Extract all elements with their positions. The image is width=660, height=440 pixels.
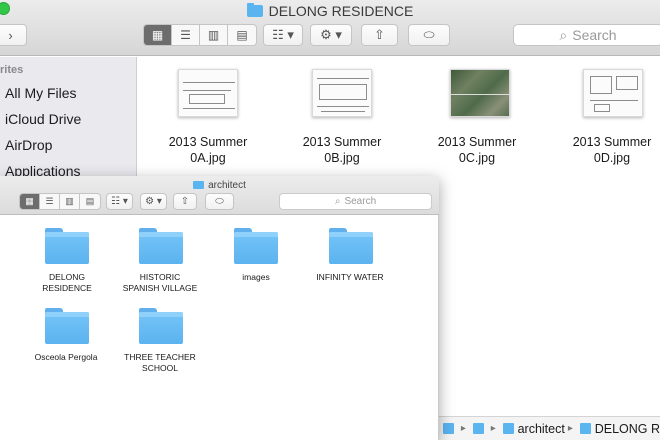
cover-flow-button[interactable]: ▤ [228,25,256,45]
columns-icon: ▥ [207,28,220,42]
view-mode-selector: ▦ ☰ ▥ ▤ [19,193,101,210]
share-icon: ⇧ [374,27,385,42]
folder-label-images[interactable]: images [206,272,306,283]
folder-label-historic-spanish-village[interactable]: HISTORIC SPANISH VILLAGE [110,272,210,294]
search-icon: ⌕ [334,196,341,207]
list-view-button[interactable]: ☰ [172,25,200,45]
file-thumbnail-0a[interactable] [178,69,238,117]
search-icon: ⌕ [559,26,568,43]
list-icon: ☰ [180,28,191,42]
sidebar-heading-favorites: rites [0,64,24,76]
arrange-button[interactable]: ☷ ▾ [263,24,303,46]
list-view-button[interactable]: ☰ [40,194,60,209]
path-separator: ▸ [490,423,496,434]
arrange-icon: ☷ ▾ [272,27,294,42]
front-window-toolbar: architect ▦ ☰ ▥ ▤ ☷ ▾ ⚙ ▾ ⇧ ⬭ ⌕ Search [0,176,439,215]
file-thumbnail-0c[interactable] [450,69,510,117]
cover-flow-icon: ▤ [85,196,95,206]
file-name-0b[interactable]: 2013 Summer 0B.jpg [282,134,402,166]
folder-icon[interactable] [45,228,89,264]
tags-button[interactable]: ⬭ [205,193,234,210]
folder-icon[interactable] [139,308,183,344]
folder-label-infinity-water[interactable]: INFINITY WATER [300,272,400,283]
search-input[interactable]: ⌕ Search [513,24,660,46]
cover-flow-icon: ▤ [236,28,248,42]
sidebar-item-airdrop[interactable]: AirDrop [5,137,52,153]
folder-icon [472,423,484,434]
column-view-button[interactable]: ▥ [200,25,228,45]
columns-icon: ▥ [65,196,74,206]
icon-view-button[interactable]: ▦ [20,194,40,209]
path-item-current[interactable]: DELONG R [595,422,660,436]
path-bar: ▸ ▸ architect ▸ DELONG R [437,416,660,440]
grid-icon: ▦ [151,28,164,42]
folder-icon[interactable] [329,228,373,264]
view-mode-selector: ▦ ☰ ▥ ▤ [143,24,257,46]
share-button[interactable]: ⇧ [173,193,197,210]
file-name-0a[interactable]: 2013 Summer 0A.jpg [148,134,268,166]
desktop: DELONG RESIDENCE › ▦ ☰ ▥ ▤ ☷ ▾ ⚙ ▾ ⇧ ⬭ ⌕… [0,0,660,440]
tag-icon: ⬭ [423,27,435,42]
column-view-button[interactable]: ▥ [60,194,80,209]
folder-label-delong-residence[interactable]: DELONG RESIDENCE [17,272,117,294]
folder-icon[interactable] [234,228,278,264]
search-placeholder: Search [572,27,617,43]
share-button[interactable]: ⇧ [361,24,398,46]
tags-button[interactable]: ⬭ [408,24,450,46]
chevron-right-icon: › [8,27,13,43]
folder-icon [193,181,205,189]
icon-view-button[interactable]: ▦ [144,25,172,45]
path-separator: ▸ [460,423,466,434]
gear-icon: ⚙ ▾ [145,196,162,207]
gear-icon: ⚙ ▾ [320,27,342,42]
search-placeholder: Search [344,196,377,207]
folder-icon [246,3,263,17]
back-window-toolbar: DELONG RESIDENCE › ▦ ☰ ▥ ▤ ☷ ▾ ⚙ ▾ ⇧ ⬭ ⌕… [0,0,660,56]
folder-icon [502,423,514,434]
back-window-title: DELONG RESIDENCE [0,3,660,19]
folder-icon [443,423,454,434]
front-finder-window: architect ▦ ☰ ▥ ▤ ☷ ▾ ⚙ ▾ ⇧ ⬭ ⌕ Search D… [0,176,439,440]
action-button[interactable]: ⚙ ▾ [140,193,167,210]
path-item-architect[interactable]: architect [518,422,565,436]
folder-icon[interactable] [139,228,183,264]
folder-icon[interactable] [45,308,89,344]
front-window-title: architect [0,180,439,191]
path-separator: ▸ [567,423,573,434]
tag-icon: ⬭ [215,196,224,207]
folder-label-osceola-pergola[interactable]: Osceola Pergola [16,352,116,363]
cover-flow-button[interactable]: ▤ [80,194,100,209]
grid-icon: ▦ [25,196,34,206]
arrange-button[interactable]: ☷ ▾ [106,193,133,210]
file-name-0d[interactable]: 2013 Summer 0D.jpg [552,134,660,166]
sidebar-item-all-my-files[interactable]: All My Files [5,85,77,101]
action-button[interactable]: ⚙ ▾ [310,24,352,46]
list-icon: ☰ [45,196,54,206]
sidebar-item-icloud-drive[interactable]: iCloud Drive [5,111,81,127]
folder-icon [579,423,591,434]
file-thumbnail-0b[interactable] [312,69,372,117]
folder-label-three-teacher-school[interactable]: THREE TEACHER SCHOOL [110,352,210,374]
forward-button[interactable]: › [0,24,27,46]
file-thumbnail-0d[interactable] [583,69,643,117]
arrange-icon: ☷ ▾ [111,196,128,207]
file-name-0c[interactable]: 2013 Summer 0C.jpg [417,134,537,166]
share-icon: ⇧ [180,196,190,207]
search-input[interactable]: ⌕ Search [279,193,432,210]
